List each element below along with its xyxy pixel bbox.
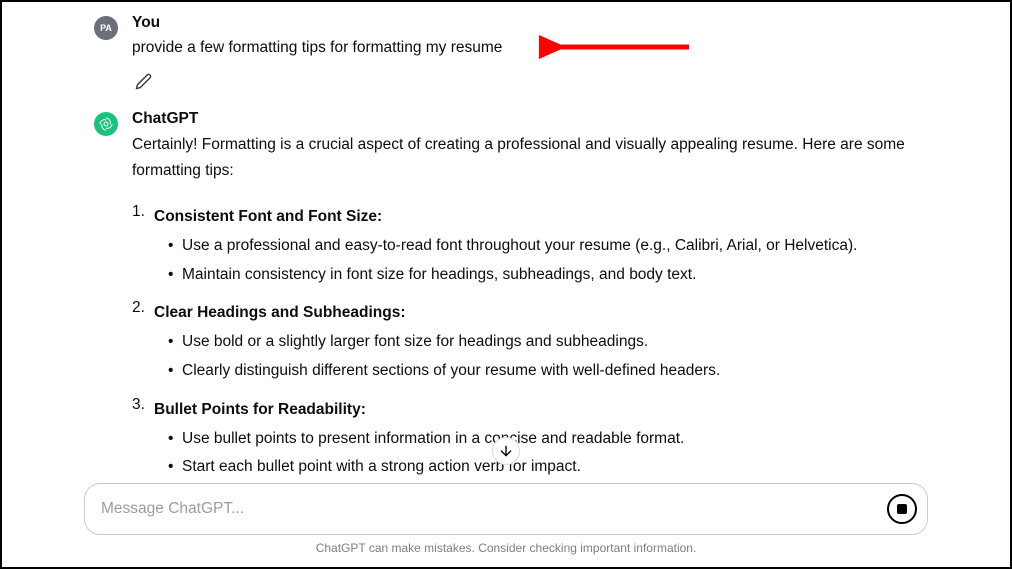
arrow-down-icon [498, 443, 514, 459]
assistant-avatar [94, 112, 118, 136]
user-message: PA You provide a few formatting tips for… [2, 10, 1010, 96]
input-box[interactable] [84, 483, 928, 535]
user-author: You [132, 14, 920, 32]
list-item: Use bold or a slightly larger font size … [168, 328, 920, 357]
user-avatar: PA [94, 16, 118, 40]
list-item: Consistent Font and Font Size: Use a pro… [132, 203, 920, 289]
list-item: Bullet Points for Readability: Use bulle… [132, 396, 920, 480]
edit-button[interactable] [132, 70, 154, 92]
tip-title: Consistent Font and Font Size: [154, 208, 382, 225]
tips-list: Consistent Font and Font Size: Use a pro… [132, 203, 920, 480]
assistant-message: ChatGPT Certainly! Formatting is a cruci… [2, 106, 1010, 480]
list-item: Maintain consistency in font size for he… [168, 261, 920, 290]
openai-icon [98, 116, 114, 132]
scroll-down-button[interactable] [492, 437, 520, 465]
tip-title: Bullet Points for Readability: [154, 401, 366, 418]
list-item: Clearly distinguish different sections o… [168, 357, 920, 386]
pencil-icon [135, 73, 152, 90]
assistant-message-body: ChatGPT Certainly! Formatting is a cruci… [132, 110, 920, 480]
stop-button[interactable] [887, 494, 917, 524]
user-prompt: provide a few formatting tips for format… [132, 36, 920, 60]
tip-title: Clear Headings and Subheadings: [154, 304, 406, 321]
stop-icon [897, 504, 907, 514]
input-area [84, 483, 928, 535]
list-item: Use a professional and easy-to-read font… [168, 232, 920, 261]
chat-container: PA You provide a few formatting tips for… [2, 2, 1010, 480]
assistant-intro: Certainly! Formatting is a crucial aspec… [132, 132, 920, 185]
user-message-body: You provide a few formatting tips for fo… [132, 14, 920, 92]
list-item: Use bullet points to present information… [168, 425, 920, 454]
list-item: Clear Headings and Subheadings: Use bold… [132, 299, 920, 385]
assistant-author: ChatGPT [132, 110, 920, 128]
list-item: Start each bullet point with a strong ac… [168, 453, 920, 480]
message-input[interactable] [101, 500, 887, 518]
user-initials: PA [100, 23, 112, 33]
disclaimer: ChatGPT can make mistakes. Consider chec… [2, 541, 1010, 555]
